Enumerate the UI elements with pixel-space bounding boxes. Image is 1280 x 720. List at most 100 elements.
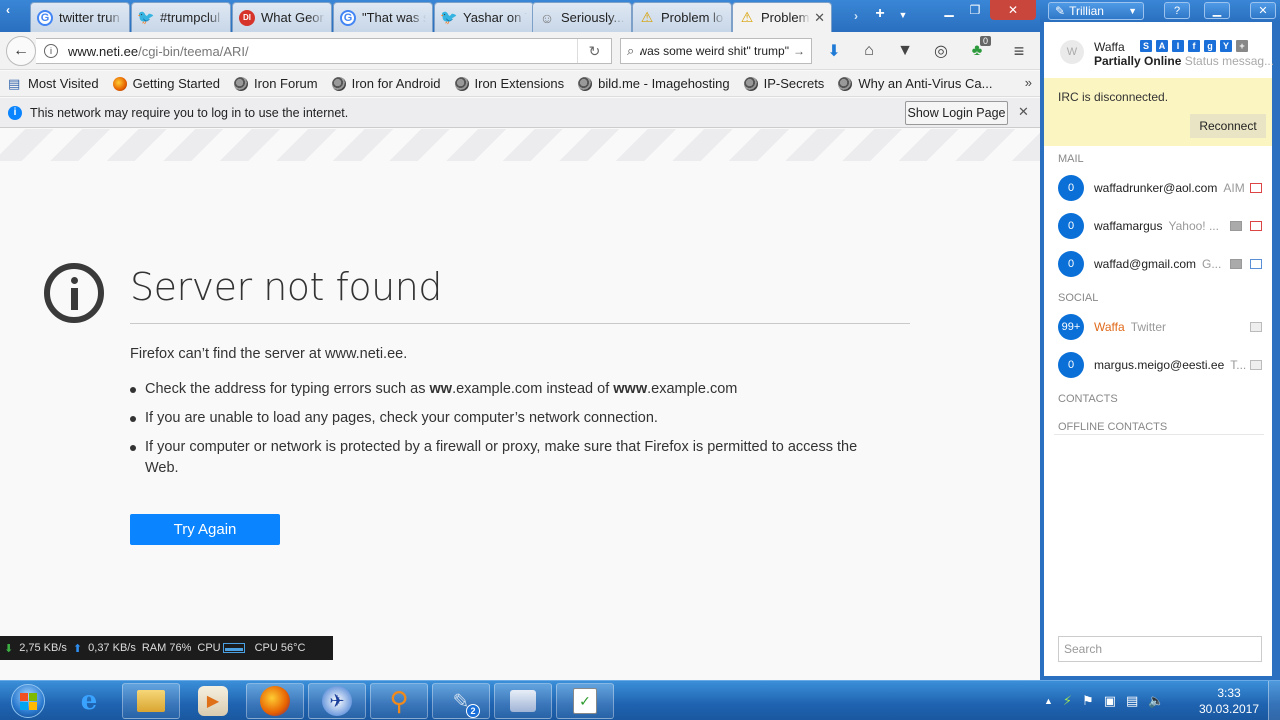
bookmark-item[interactable]: Iron Forum xyxy=(234,76,318,91)
taskbar-media-player[interactable]: ▶ xyxy=(184,683,242,719)
di-icon: DI xyxy=(239,9,255,26)
tab[interactable]: 🐦 #trumpclul xyxy=(131,2,231,32)
site-info-icon[interactable]: i xyxy=(44,44,58,58)
close-icon[interactable]: ✕ xyxy=(1018,104,1029,120)
trillian-logo-icon: ✎ xyxy=(1055,4,1066,18)
show-login-page-button[interactable]: Show Login Page xyxy=(905,101,1008,125)
tab[interactable]: DI What Georg xyxy=(232,2,332,32)
tab-scroll-left[interactable]: ‹ xyxy=(2,0,14,20)
tab[interactable]: G "That was s xyxy=(333,2,433,32)
minimize-button[interactable]: ▁ xyxy=(936,0,962,20)
tray-clipboard-icon[interactable]: ▣ xyxy=(1104,693,1116,709)
error-description: Firefox can’t find the server at www.net… xyxy=(130,346,408,362)
section-mail: MAIL xyxy=(1058,153,1084,165)
restore-button[interactable]: ❐ xyxy=(962,0,988,20)
clock[interactable]: 3:33 30.03.2017 xyxy=(1196,685,1262,717)
bookmark-item[interactable]: Iron for Android xyxy=(331,76,441,91)
minimize-button[interactable]: ▁ xyxy=(1204,2,1230,19)
bookmark-item[interactable]: Iron Extensions xyxy=(454,76,564,91)
account-name: margus.meigo@eesti.ee xyxy=(1094,358,1225,372)
taskbar-badge: 2 xyxy=(466,704,480,718)
social-account-row[interactable]: 99+ Waffa Twitter xyxy=(1044,308,1272,346)
mail-account-row[interactable]: 0 waffadrunker@aol.com AIM xyxy=(1044,169,1272,207)
reload-icon[interactable]: ↻ xyxy=(577,39,611,63)
search-go-icon[interactable]: → xyxy=(793,44,805,58)
taskbar-trillian[interactable]: ✎ 2 xyxy=(432,683,490,719)
taskbar-app[interactable]: ✈ xyxy=(308,683,366,719)
tab-title: #trumpclul xyxy=(160,10,220,25)
help-button[interactable]: ? xyxy=(1164,2,1190,19)
tab-scroll-right[interactable]: › xyxy=(846,6,866,26)
pocket-icon[interactable]: ▼ xyxy=(893,40,917,62)
tab-title: twitter trun xyxy=(59,10,120,25)
taskbar-ie[interactable]: e xyxy=(60,683,118,719)
download-icon[interactable]: ⬇ xyxy=(822,40,846,62)
bookmark-item[interactable]: IP-Secrets xyxy=(743,76,824,91)
icq-icon[interactable]: I xyxy=(1172,40,1184,52)
show-desktop-button[interactable] xyxy=(1268,681,1280,720)
taskbar-firefox[interactable] xyxy=(246,683,304,719)
tab[interactable]: ⚠ Problem lo xyxy=(632,2,732,32)
taskbar-search-app[interactable]: ⚲ xyxy=(370,683,428,719)
info-icon: i xyxy=(8,105,22,120)
iron-icon xyxy=(578,76,593,91)
avatar[interactable]: W xyxy=(1060,40,1084,64)
status[interactable]: Partially Online Status messag... xyxy=(1094,54,1274,68)
skype-icon[interactable]: S xyxy=(1140,40,1152,52)
bookmarks-overflow-icon[interactable]: » xyxy=(1025,75,1032,90)
internet-explorer-icon: e xyxy=(80,686,98,716)
status-message[interactable]: Status messag... xyxy=(1185,54,1274,68)
aim-icon[interactable]: A xyxy=(1156,40,1168,52)
new-tab-button[interactable]: + xyxy=(870,4,890,24)
social-account-row[interactable]: 0 margus.meigo@eesti.ee T... xyxy=(1044,346,1272,384)
section-contacts[interactable]: CONTACTS xyxy=(1058,393,1118,405)
tray-network-icon[interactable]: ▤ xyxy=(1126,693,1138,709)
tray-app-icon[interactable]: ⚡ xyxy=(1063,693,1072,709)
back-button[interactable]: ← xyxy=(6,36,36,66)
tab-active[interactable]: ⚠ Problem ✕ xyxy=(732,2,832,32)
tray-flag-icon[interactable]: ⚑ xyxy=(1082,693,1094,709)
magnifier-icon: ⚲ xyxy=(389,685,409,716)
contact-search-input[interactable]: Search xyxy=(1058,636,1262,662)
account-name: waffad@gmail.com xyxy=(1094,257,1196,271)
bookmark-item[interactable]: Getting Started xyxy=(112,76,220,91)
taskbar-editor[interactable]: ✓ xyxy=(556,683,614,719)
bookmark-item[interactable]: ▤ Most Visited xyxy=(8,76,99,91)
facebook-icon[interactable]: f xyxy=(1188,40,1200,52)
mail-account-row[interactable]: 0 waffad@gmail.com G... xyxy=(1044,245,1272,283)
tab[interactable]: ☺ Seriously... xyxy=(532,2,632,32)
more-services-icon[interactable]: + xyxy=(1236,40,1248,52)
close-button[interactable]: ✕ xyxy=(990,0,1036,20)
yahoo-icon[interactable]: Y xyxy=(1220,40,1232,52)
url-bar[interactable]: i www.neti.ee/cgi-bin/teema/ARI/ ↻ xyxy=(36,38,612,64)
section-offline-contacts[interactable]: OFFLINE CONTACTS xyxy=(1058,421,1167,433)
extension-icon[interactable]: ♣ 0 xyxy=(965,36,991,62)
notification-bar: i This network may require you to log in… xyxy=(0,98,1040,128)
menu-icon[interactable]: ≡ xyxy=(1007,40,1031,62)
home-icon[interactable]: ⌂ xyxy=(857,40,881,62)
sync-icon[interactable]: ◎ xyxy=(929,40,953,62)
bookmark-item[interactable]: Why an Anti-Virus Ca... xyxy=(838,76,992,91)
tab[interactable]: G twitter trun xyxy=(30,2,130,32)
account-name: Waffa xyxy=(1094,320,1125,334)
tab[interactable]: 🐦 Yashar on T xyxy=(434,2,534,32)
try-again-button[interactable]: Try Again xyxy=(130,514,280,545)
show-hidden-icons[interactable]: ▲ xyxy=(1044,696,1053,706)
trillian-menu-button[interactable]: ✎ Trillian ▼ xyxy=(1048,2,1144,20)
bookmark-item[interactable]: bild.me - Imagehosting xyxy=(578,76,730,91)
irc-status-text: IRC is disconnected. xyxy=(1058,90,1169,104)
taskbar-explorer[interactable] xyxy=(122,683,180,719)
start-button[interactable] xyxy=(4,682,52,720)
tab-list-button[interactable]: ▼ xyxy=(894,5,912,25)
warning-stripes xyxy=(0,129,1040,161)
taskbar-control-panel[interactable] xyxy=(494,683,552,719)
search-bar[interactable]: ⌕ "That was some weird shit" trump → xyxy=(620,38,812,64)
volume-icon[interactable]: 🔈 xyxy=(1148,693,1164,709)
close-tab-icon[interactable]: ✕ xyxy=(814,10,825,26)
firefox-icon xyxy=(112,76,127,91)
control-panel-icon xyxy=(510,690,536,712)
google-icon[interactable]: g xyxy=(1204,40,1216,52)
mail-account-row[interactable]: 0 waffamargus Yahoo! ... xyxy=(1044,207,1272,245)
reconnect-button[interactable]: Reconnect xyxy=(1190,114,1266,138)
close-button[interactable]: ✕ xyxy=(1250,2,1276,19)
